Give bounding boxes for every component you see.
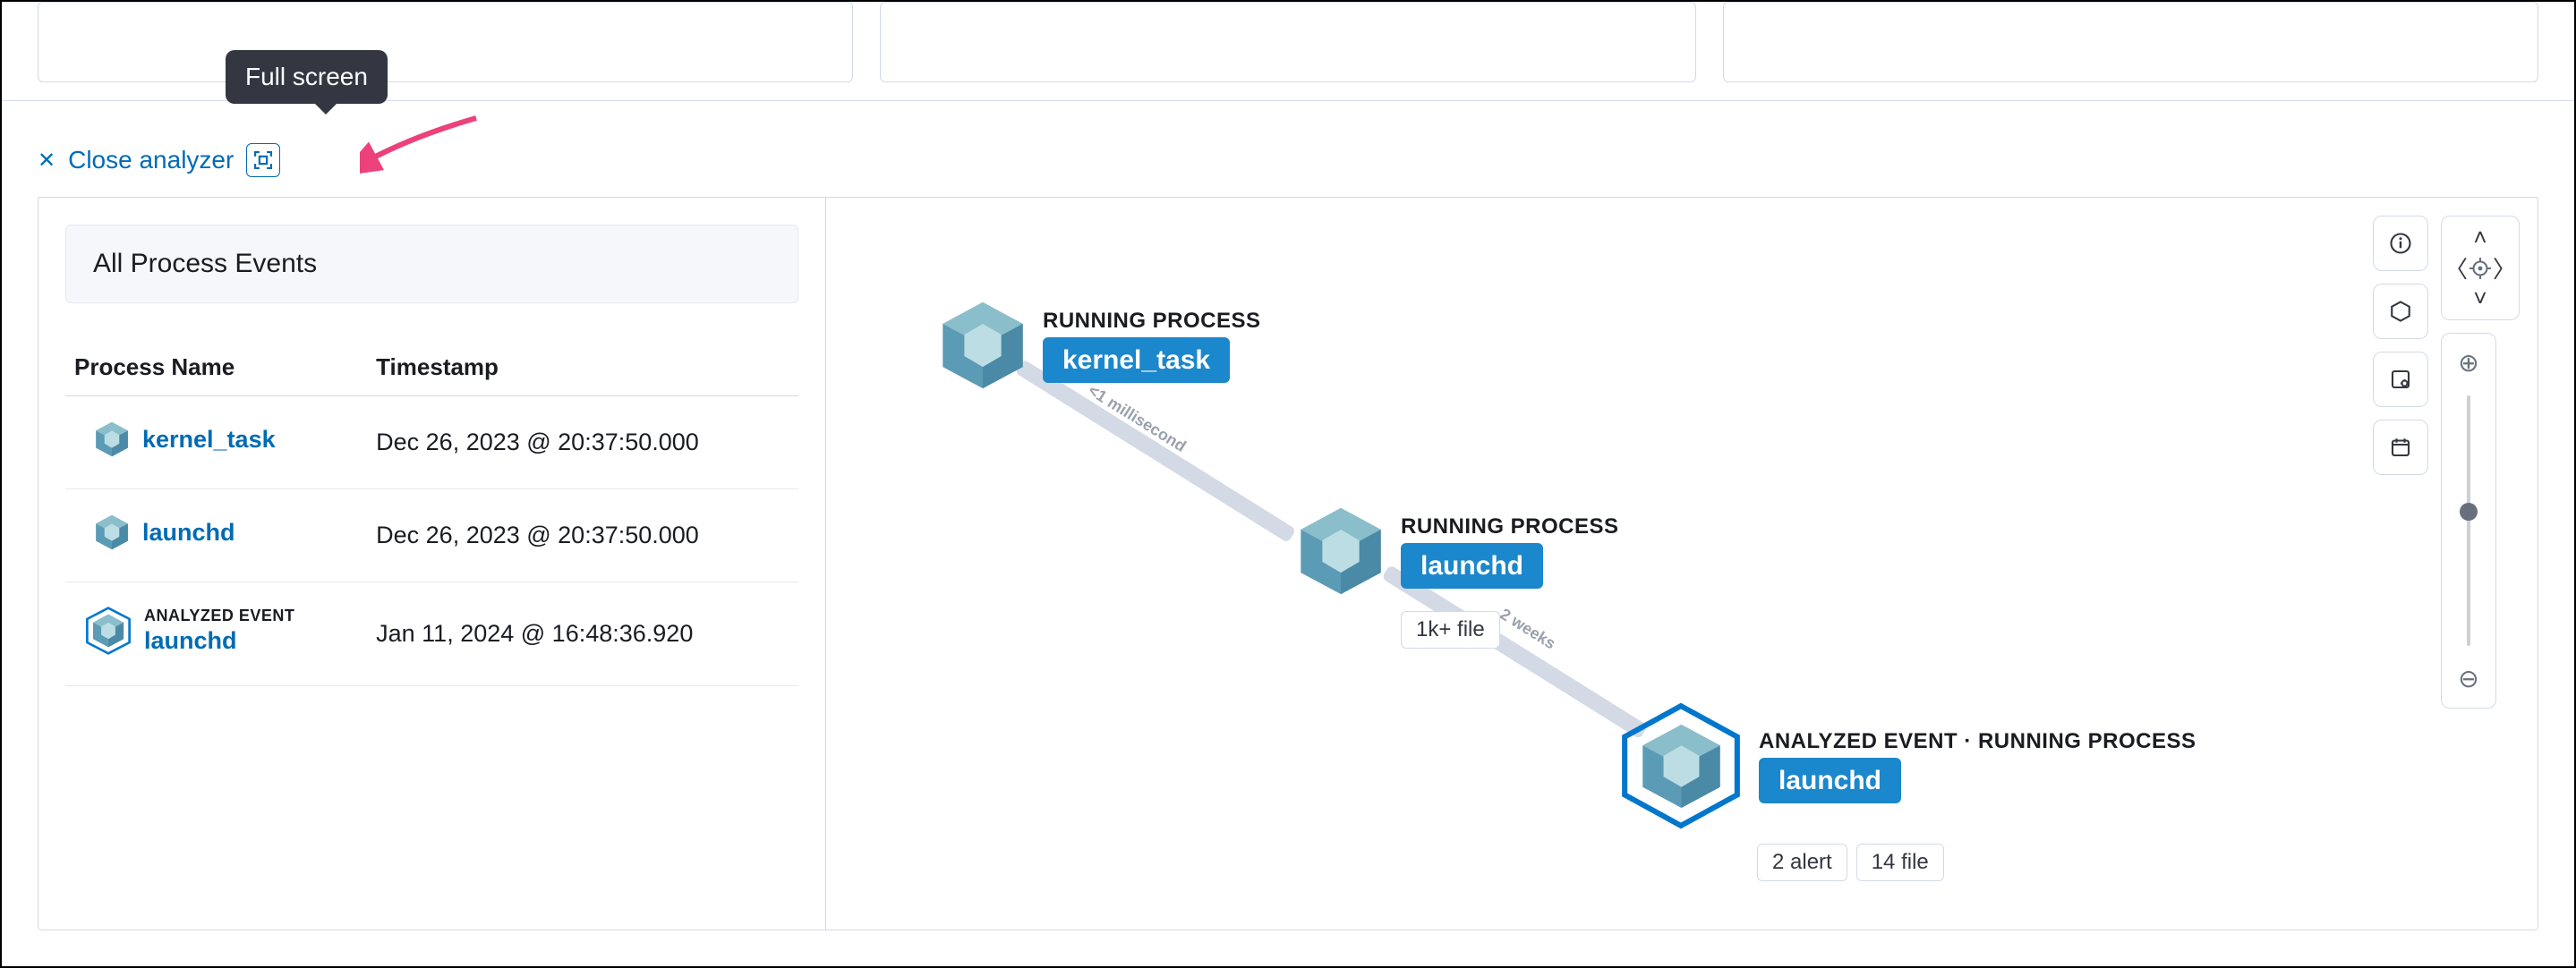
zoom-thumb[interactable] <box>2460 503 2478 521</box>
legend-button[interactable] <box>2373 284 2428 339</box>
process-name: launchd <box>144 627 237 655</box>
graph-node-launchd-analyzed[interactable]: ANALYZED EVENT · RUNNING PROCESS launchd… <box>1614 699 2196 881</box>
cube-icon <box>1292 502 1390 600</box>
node-chip[interactable]: launchd <box>1401 543 1543 589</box>
process-events-panel: All Process Events Process Name Timestam… <box>38 198 826 930</box>
cube-icon <box>92 513 132 552</box>
panel-title: All Process Events <box>65 225 798 303</box>
data-button[interactable] <box>2373 352 2428 407</box>
target-icon <box>2469 258 2491 279</box>
graph-node-kernel-task[interactable]: RUNNING PROCESS kernel_task <box>934 296 1261 395</box>
zoom-control: ⊕ ⊖ <box>2441 333 2496 709</box>
analyzed-tag: ANALYZED EVENT <box>144 607 294 625</box>
pill-file-count[interactable]: 1k+ file <box>1401 611 1500 649</box>
pill-file-count[interactable]: 14 file <box>1856 844 1944 881</box>
process-timestamp: Dec 26, 2023 @ 20:37:50.000 <box>367 489 798 582</box>
process-name: kernel_task <box>142 426 276 454</box>
table-row[interactable]: launchd Dec 26, 2023 @ 20:37:50.000 <box>65 489 798 582</box>
info-icon <box>2390 233 2411 254</box>
process-link[interactable]: kernel_task <box>92 420 276 459</box>
pan-left-button[interactable]: 〈 <box>2443 251 2469 284</box>
process-link[interactable]: launchd <box>92 513 235 552</box>
column-header-timestamp[interactable]: Timestamp <box>367 339 798 396</box>
close-analyzer-link[interactable]: Close analyzer <box>68 146 234 174</box>
table-row[interactable]: ANALYZED EVENT launchd Jan 11, 2024 @ 16… <box>65 582 798 686</box>
process-timestamp: Dec 26, 2023 @ 20:37:50.000 <box>367 396 798 489</box>
fullscreen-button[interactable] <box>246 143 280 177</box>
pan-down-button[interactable]: ˅ <box>2471 284 2488 312</box>
zoom-in-button[interactable]: ⊕ <box>2458 348 2478 378</box>
pan-control: ˄ 〈 〉 ˅ <box>2441 216 2520 320</box>
fullscreen-tooltip: Full screen <box>226 50 388 104</box>
graph-node-launchd[interactable]: RUNNING PROCESS launchd 1k+ file <box>1292 502 1619 649</box>
summary-card <box>880 2 1695 82</box>
pan-up-button[interactable]: ˄ <box>2471 224 2488 251</box>
node-title: ANALYZED EVENT · RUNNING PROCESS <box>1759 729 2196 754</box>
date-button[interactable] <box>2373 420 2428 475</box>
pan-right-button[interactable]: 〉 <box>2491 251 2518 284</box>
column-header-name[interactable]: Process Name <box>65 339 367 396</box>
calendar-icon <box>2390 437 2411 458</box>
hexagon-icon <box>2390 301 2411 322</box>
zoom-slider[interactable] <box>2467 395 2470 646</box>
zoom-out-button[interactable]: ⊖ <box>2458 664 2478 693</box>
canvas-controls: ˄ 〈 〉 ˅ ⊕ ⊖ <box>2373 216 2520 709</box>
process-table: Process Name Timestamp <box>65 339 798 686</box>
node-title: RUNNING PROCESS <box>1043 309 1261 334</box>
summary-card <box>1723 2 2538 82</box>
info-button[interactable] <box>2373 216 2428 271</box>
node-chip[interactable]: kernel_task <box>1043 337 1230 383</box>
node-title: RUNNING PROCESS <box>1401 514 1619 539</box>
process-link[interactable]: launchd <box>144 627 294 655</box>
data-icon <box>2390 369 2411 390</box>
cube-hex-icon <box>83 606 133 656</box>
summary-card <box>38 2 853 82</box>
process-graph-canvas[interactable]: <1 millisecond 2 weeks RUNNING PROCESS k… <box>826 198 2538 930</box>
process-name: launchd <box>142 519 235 547</box>
node-chip[interactable]: launchd <box>1759 758 1901 803</box>
pill-alert-count[interactable]: 2 alert <box>1757 844 1847 881</box>
process-timestamp: Jan 11, 2024 @ 16:48:36.920 <box>367 582 798 686</box>
cube-icon <box>934 296 1032 395</box>
table-row[interactable]: kernel_task Dec 26, 2023 @ 20:37:50.000 <box>65 396 798 489</box>
close-icon[interactable]: ✕ <box>38 148 55 174</box>
cube-icon <box>92 420 132 459</box>
fullscreen-icon <box>253 150 273 170</box>
cube-hex-icon <box>1614 699 1748 833</box>
